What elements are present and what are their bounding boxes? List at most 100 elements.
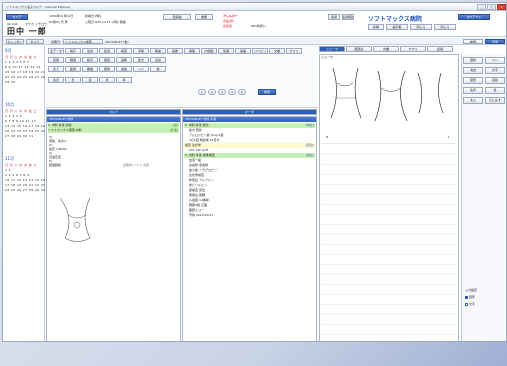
calendar-week-row[interactable]: 13 14 15 16 17 18 19	[5, 124, 45, 128]
calendar-week-row[interactable]: 8 9 10 11 12 13 14	[5, 65, 43, 69]
filter-category-button[interactable]: 栄養	[235, 48, 251, 54]
calendar-week-row[interactable]: 日 月 火 水 木 金 土	[5, 109, 43, 113]
calendar-week-row[interactable]: 24 25 26 27 28 29 30	[5, 188, 45, 192]
schema-canvas[interactable]	[321, 145, 457, 341]
input-option-text-text: 文字	[469, 302, 476, 306]
filter-view-button[interactable]: 日	[65, 77, 81, 83]
palette-tool-button[interactable]: 図形	[463, 77, 483, 84]
palette-tool-button[interactable]: 文字	[485, 67, 505, 74]
calendar-week-row[interactable]: 3 4 5 6 7 8 9	[5, 173, 43, 177]
filter-type-button[interactable]: 記録	[48, 57, 64, 63]
palette-tool-button[interactable]: 選択	[463, 57, 483, 64]
filter-type-button[interactable]: 指示	[82, 57, 98, 63]
logout-button[interactable]: ログアウト	[458, 14, 490, 20]
filter-view-button[interactable]: 月	[99, 77, 115, 83]
filter-category-button[interactable]: サマリ	[286, 48, 302, 54]
page-number-button[interactable]: 1	[198, 89, 206, 95]
filter-staff-button[interactable]: 他	[150, 66, 166, 72]
filter-category-button[interactable]: 指示	[65, 48, 81, 54]
record-view-button[interactable]: 記録照会	[342, 14, 354, 20]
karte-entry-row[interactable]: ソフトマックス病院 内科 [外来]	[48, 128, 179, 133]
filter-category-button[interactable]: 検査	[116, 48, 132, 54]
maximize-button[interactable]: □	[487, 4, 496, 10]
filter-type-button[interactable]: 注射	[150, 57, 166, 63]
tab-order[interactable]: オーダ	[182, 109, 317, 115]
palette-tool-button[interactable]: 元に戻す	[485, 97, 505, 104]
page-number-button[interactable]: 3	[218, 89, 226, 95]
tab-right-4[interactable]: 記録	[427, 46, 453, 52]
calendar-button[interactable]: カレンダー	[6, 39, 24, 44]
filter-staff-button[interactable]: 全て	[48, 66, 64, 72]
filter-staff-button[interactable]: 薬剤	[99, 66, 115, 72]
palette-tool-button[interactable]: ペン	[485, 57, 505, 64]
calendar-week-row[interactable]: 17 18 19 20 21 22 23	[5, 183, 45, 187]
palette-tool-button[interactable]: 矢印	[463, 87, 483, 94]
calendar-week-row[interactable]: 10 11 12 13 14 15 16	[5, 178, 45, 182]
calendar-week-row[interactable]: 日 月 火 水 木 金 土	[5, 163, 43, 167]
calendar-week-row[interactable]: 15 16 17 18 19 20 21	[5, 70, 45, 74]
filter-category-button[interactable]: 輸血	[150, 48, 166, 54]
calendar-week-row[interactable]: 27 28 29 30 31	[5, 134, 43, 138]
tools-button[interactable]: 閉じる	[434, 24, 456, 30]
filter-view-button[interactable]: 表示	[48, 77, 64, 83]
palette-tool-button[interactable]: 太さ	[463, 97, 483, 104]
filter-category-button[interactable]: 画像	[167, 48, 183, 54]
palette-tool-button[interactable]: 直線	[485, 77, 505, 84]
page-number-button[interactable]: 4	[228, 89, 236, 95]
filter-category-button[interactable]: 病理	[184, 48, 200, 54]
filter-category-button[interactable]: リハビリ	[252, 48, 268, 54]
calendar-week-row[interactable]: 日 月 火 水 木 金 土	[5, 55, 43, 59]
tab-right-2[interactable]: 文書	[373, 46, 399, 52]
tab-right-0[interactable]: シェーマ	[319, 46, 345, 52]
bulletin-button[interactable]: 掲示板	[386, 24, 408, 30]
input-option-shape[interactable]: 図形	[465, 295, 475, 299]
filter-category-button[interactable]: 手術	[133, 48, 149, 54]
new-record-button[interactable]: 新規	[463, 39, 483, 44]
palette-tool-button[interactable]: 色	[485, 87, 505, 94]
menu-button[interactable]: カルテ	[6, 14, 28, 20]
search-button[interactable]: 検索	[258, 89, 276, 95]
close-chart-button[interactable]: 閉じる	[410, 24, 432, 30]
filter-category-button[interactable]: 内視鏡	[201, 48, 217, 54]
calendar-week-row[interactable]: 6 7 8 9 10 11 12	[5, 119, 43, 123]
palette-tool-button[interactable]: 消去	[463, 67, 483, 74]
tab-karte[interactable]: カルテ	[46, 109, 181, 115]
schema-title: シェーマ	[321, 55, 334, 59]
filter-type-button[interactable]: 経過	[65, 57, 81, 63]
filter-category-button[interactable]: 全データ	[48, 48, 64, 54]
filter-staff-button[interactable]: 医師	[65, 66, 81, 72]
filter-type-button[interactable]: 処方	[133, 57, 149, 63]
order-item[interactable]: 予約 2013/10/11	[184, 213, 315, 218]
calendar-week-row[interactable]: 29 30	[5, 80, 43, 84]
page-number-button[interactable]: 5	[238, 89, 246, 95]
calendar-week-row[interactable]: 1 2 3 4 5	[5, 114, 43, 118]
filter-view-button[interactable]: 週	[82, 77, 98, 83]
calendar-week-row[interactable]: 1 2	[5, 168, 43, 172]
close-window-button[interactable]: ×	[497, 4, 506, 10]
filter-category-button[interactable]: 文書	[269, 48, 285, 54]
karte-tab-button[interactable]: カルテ	[26, 39, 44, 44]
input-option-text[interactable]: 文字	[465, 302, 475, 306]
filter-category-button[interactable]: 注射	[82, 48, 98, 54]
page-number-button[interactable]: 2	[208, 89, 216, 95]
calendar-week-row[interactable]: 1 2 3 4 5 6 7	[5, 60, 43, 64]
filter-type-button[interactable]: 画像	[116, 57, 132, 63]
calendar-week-row[interactable]: 20 21 22 23 24 25 26	[5, 129, 45, 133]
tab-right-3[interactable]: サマリ	[400, 46, 426, 52]
ward-button[interactable]: 西病棟	[163, 14, 191, 20]
filter-view-button[interactable]: 年	[116, 77, 132, 83]
record-button[interactable]: 記録	[485, 39, 505, 44]
filter-category-button[interactable]: 処置	[99, 48, 115, 54]
filter-type-button[interactable]: 検査	[99, 57, 115, 63]
minimize-button[interactable]: _	[477, 4, 486, 10]
important-button[interactable]: 重要	[195, 14, 213, 20]
calendar-week-row[interactable]: 22 23 24 25 26 27 28	[5, 75, 45, 79]
filter-category-button[interactable]: 生理	[218, 48, 234, 54]
info-button[interactable]: 情報	[328, 14, 340, 20]
dept-select[interactable]: ソフトマックス病院	[63, 39, 103, 44]
filter-staff-button[interactable]: リハ	[133, 66, 149, 72]
tab-right-1[interactable]: 経過表	[346, 46, 372, 52]
filter-staff-button[interactable]: 看護	[82, 66, 98, 72]
new-button[interactable]: 新規	[368, 24, 384, 30]
filter-staff-button[interactable]: 栄養	[116, 66, 132, 72]
